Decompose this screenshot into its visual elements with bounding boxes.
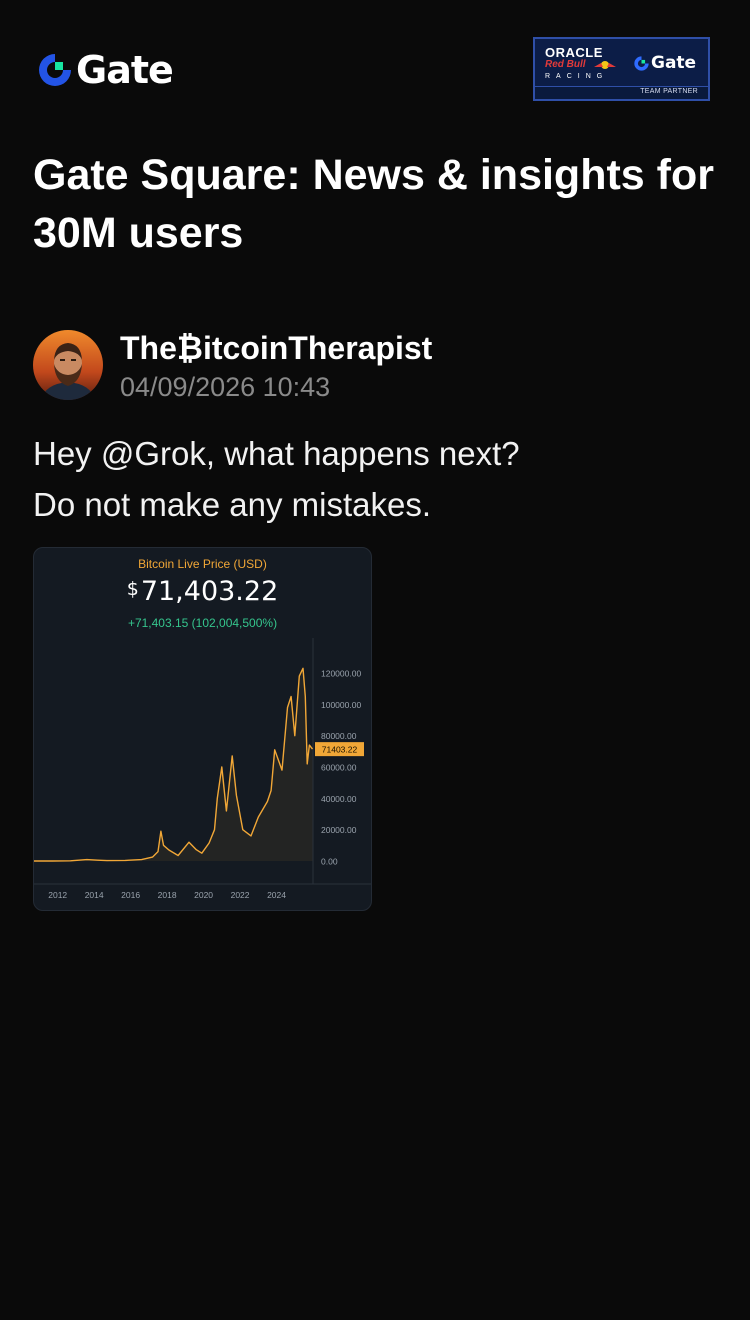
current-price-label: 71403.22	[322, 745, 358, 755]
btc-price-chart: 0.00 20000.00 40000.00 60000.00 80000.00 1000…	[34, 638, 371, 900]
post-line: Do not make any mistakes.	[33, 486, 431, 523]
y-tick-label: 80000.00	[321, 731, 357, 741]
price-area-fill	[34, 668, 313, 861]
team-partner-badge: ORACLE Red Bull RACING Gate TEAM PARTNER	[533, 37, 710, 101]
y-tick-label: 0.00	[321, 857, 338, 867]
partner-redbull-text: Red Bull	[545, 59, 586, 70]
partner-footer: TEAM PARTNER	[535, 86, 708, 99]
x-tick-label: 2014	[85, 890, 104, 900]
gate-logo-icon	[39, 54, 71, 86]
chart-image[interactable]: Bitcoin Live Price (USD) $71,403.22 +71,…	[33, 547, 372, 911]
partner-gate-icon	[634, 55, 649, 71]
x-tick-label: 2016	[121, 890, 140, 900]
y-tick-label: 120000.00	[321, 669, 361, 679]
y-tick-label: 100000.00	[321, 700, 361, 710]
gate-logo[interactable]: Gate	[36, 48, 174, 92]
post-author: The₿itcoinTherapist 04/09/2026 10:43	[33, 328, 723, 404]
y-tick-label: 40000.00	[321, 794, 357, 804]
author-avatar[interactable]	[33, 330, 103, 400]
partner-gate-text: Gate	[651, 53, 697, 73]
partner-gate-logo: Gate	[633, 53, 696, 73]
page-headline: Gate Square: News & insights for 30M use…	[33, 151, 714, 257]
x-tick-label: 2022	[231, 890, 250, 900]
y-tick-label: 60000.00	[321, 763, 357, 773]
partner-oracle-text: ORACLE	[545, 45, 603, 60]
brand-name: Gate	[76, 48, 174, 92]
x-tick-label: 2012	[48, 890, 67, 900]
post-timestamp: 04/09/2026 10:43	[120, 372, 331, 402]
partner-racing-text: RACING	[545, 73, 609, 80]
author-name[interactable]: The₿itcoinTherapist	[120, 330, 432, 366]
header: Gate ORACLE Red Bull RACING Gate TEAM PA…	[0, 0, 750, 120]
x-tick-label: 2018	[158, 890, 177, 900]
x-tick-label: 2020	[194, 890, 213, 900]
post-body: Hey @Grok, what happens next? Do not mak…	[33, 428, 723, 530]
redbull-bulls-icon	[594, 61, 616, 69]
team-partner-label: TEAM PARTNER	[640, 88, 698, 95]
x-tick-label: 2024	[267, 890, 286, 900]
avatar-portrait-icon	[33, 330, 103, 400]
post-line: Hey @Grok, what happens next?	[33, 435, 520, 472]
y-tick-label: 20000.00	[321, 825, 357, 835]
